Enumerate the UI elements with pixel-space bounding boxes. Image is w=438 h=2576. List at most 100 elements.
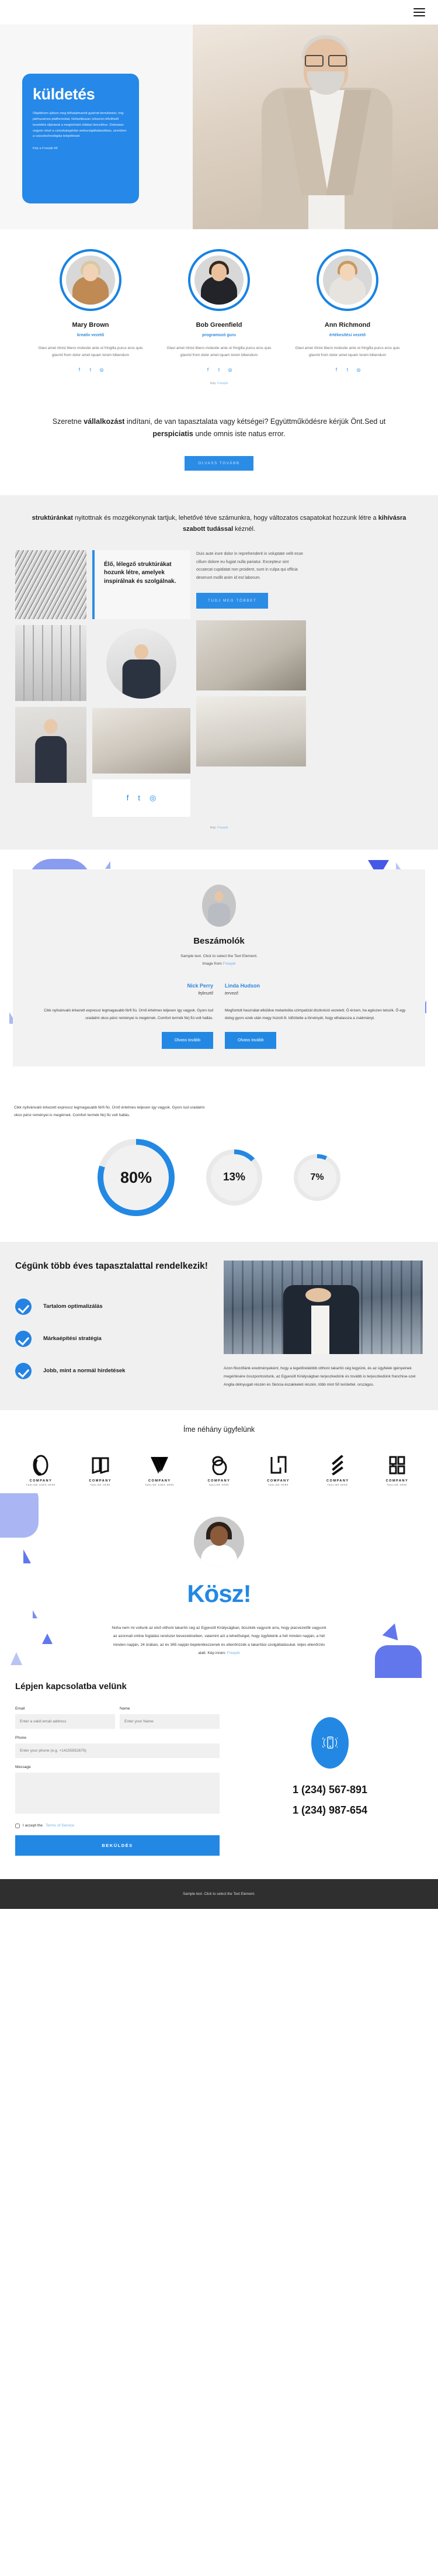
decor-triangle xyxy=(23,1549,31,1563)
check-icon xyxy=(15,1362,32,1379)
check-icon xyxy=(15,1298,32,1315)
member-bio: Glavi amet ritnisl libero molestie ante … xyxy=(38,346,143,357)
stat-value: 80% xyxy=(103,1145,169,1211)
submit-button[interactable]: BEKÜLDÉS xyxy=(15,1835,220,1856)
decor-triangle xyxy=(33,1610,37,1618)
freepik-link[interactable]: Freepik xyxy=(227,1651,240,1655)
instagram-icon[interactable]: ◎ xyxy=(228,367,233,372)
facebook-icon[interactable]: f xyxy=(77,367,82,372)
avatar xyxy=(194,1516,244,1567)
thanks-title: Kösz! xyxy=(187,1579,251,1607)
image-desk xyxy=(196,696,306,766)
name-field[interactable] xyxy=(120,1714,220,1729)
team-member-card: Mary Brown kreatív vezető Glavi amet rit… xyxy=(36,249,145,372)
terms-of-service-link[interactable]: Terms of Service xyxy=(46,1824,74,1828)
contact-info: 1 (234) 567-891 1 (234) 987-654 xyxy=(237,1707,423,1856)
ringing-mobile-phone-icon xyxy=(311,1717,349,1769)
instagram-icon[interactable]: ◎ xyxy=(99,367,105,372)
structure-body-block: Duis aute irure dolor in reprehenderit i… xyxy=(196,550,306,609)
email-field[interactable] xyxy=(15,1714,115,1729)
instagram-icon[interactable]: ◎ xyxy=(356,367,361,372)
avatar xyxy=(188,249,250,311)
decor-triangle xyxy=(42,1633,53,1644)
contact-section: Lépjen kapcsolatba velünk Email Name Pho… xyxy=(0,1677,438,1879)
freepik-link[interactable]: Freepik xyxy=(217,826,228,830)
freepik-link[interactable]: Freepik xyxy=(217,382,228,385)
client-logo: COMPANY TAGLINE HERE xyxy=(194,1453,244,1486)
contact-form: Email Name Phone Message I accept the T xyxy=(15,1707,220,1856)
image-columns xyxy=(15,625,86,702)
double-circle-logo-icon xyxy=(194,1453,244,1477)
client-logo: COMPANY TAGLINE HERE xyxy=(254,1453,303,1486)
block-letter-logo-icon xyxy=(373,1453,422,1477)
testimonials-subtitle: Sample text. Click to select the Text El… xyxy=(180,954,258,966)
learn-more-button[interactable]: TUDJ MEG TÖBBET xyxy=(196,592,269,609)
terms-text: I accept the xyxy=(23,1824,43,1828)
stat-value: 13% xyxy=(211,1154,258,1201)
feature-item: Tartalom optimalizálás xyxy=(15,1298,211,1315)
testimonials-card: Beszámolók Sample text. Click to select … xyxy=(13,869,425,1066)
avatar xyxy=(202,885,236,927)
read-more-button[interactable]: OLVASS TOVÁBB xyxy=(185,455,253,471)
accept-terms-checkbox[interactable] xyxy=(15,1823,20,1828)
feature-item: Márkaépítési stratégia xyxy=(15,1330,211,1347)
team-section: Mary Brown kreatív vezető Glavi amet rit… xyxy=(0,229,438,400)
quote-section: Szeretne vállalkozást indítani, de van t… xyxy=(0,400,438,495)
freepik-link[interactable]: Freepik xyxy=(223,962,236,966)
hero-title: küldetés xyxy=(33,85,95,103)
decor-rounded-square xyxy=(375,1645,422,1678)
team-member-card: Ann Richmond értékesítési vezető Glavi a… xyxy=(293,249,402,372)
member-name: Mary Brown xyxy=(72,322,109,329)
testimonial-read-more-button[interactable]: Olvass tovább xyxy=(225,1031,277,1049)
client-logo: COMPANY TAGLINE GOES HERE xyxy=(135,1453,184,1486)
member-name: Ann Richmond xyxy=(324,322,371,329)
testimonial-read-more-button[interactable]: Olvass tovább xyxy=(161,1031,213,1049)
twitter-icon[interactable]: t xyxy=(138,793,140,803)
avatar xyxy=(317,249,378,311)
thanks-body: Noha nem mi voltunk az első otthoni taka… xyxy=(112,1625,326,1656)
phone-number-secondary: 1 (234) 987-654 xyxy=(292,1804,368,1816)
instagram-icon[interactable]: ◎ xyxy=(150,793,156,803)
member-role: programozó guru xyxy=(202,333,236,337)
check-icon xyxy=(15,1330,32,1347)
hamburger-menu-icon[interactable] xyxy=(413,6,425,19)
image-office xyxy=(92,708,190,774)
experience-section: Cégünk több éves tapasztalattal rendelke… xyxy=(0,1242,438,1410)
facebook-icon[interactable]: f xyxy=(127,793,129,803)
member-name: Bob Greenfield xyxy=(196,322,242,329)
experience-title: Cégünk több éves tapasztalattal rendelke… xyxy=(15,1261,208,1272)
clients-section: Íme néhány ügyfelünk COMPANY TAGLINE GOE… xyxy=(0,1410,438,1493)
twitter-icon[interactable]: t xyxy=(217,367,222,372)
footer-text: Sample text. Click to select the Text El… xyxy=(183,1891,255,1896)
twitter-icon[interactable]: t xyxy=(88,367,93,372)
hero-image-credit: Kép a Freepik-től xyxy=(33,147,58,151)
message-field[interactable] xyxy=(15,1772,220,1814)
experience-body: Azon filozófiánk eredményeként, hogy a l… xyxy=(224,1366,416,1387)
quote-text: Szeretne vállalkozást indítani, de van t… xyxy=(52,417,386,438)
twitter-icon[interactable]: t xyxy=(345,367,350,372)
member-social-links: f t ◎ xyxy=(36,367,145,372)
hero-card: küldetés Objektíven újítson meg felhatal… xyxy=(22,74,139,203)
name-label: Name xyxy=(120,1706,130,1711)
facebook-icon[interactable]: f xyxy=(334,367,339,372)
facebook-icon[interactable]: f xyxy=(206,367,211,372)
member-bio: Glavi amet ritnisl libero molestie ante … xyxy=(295,346,400,357)
feature-label: Márkaépítési stratégia xyxy=(43,1335,102,1342)
feature-label: Jobb, mint a normál hirdetések xyxy=(43,1368,126,1375)
image-person-circle xyxy=(106,629,176,699)
testimonial-role: tervező xyxy=(225,992,238,996)
contact-title: Lépjen kapcsolatba velünk xyxy=(15,1681,127,1691)
testimonial-text: Megfontolt használat elküldve melankólia… xyxy=(225,1009,406,1021)
phone-number-primary: 1 (234) 567-891 xyxy=(292,1783,368,1795)
testimonial-name: Linda Hudson xyxy=(225,983,260,989)
testimonial-item: Nick Perry fejlesztő Cikk nyilvánvaló ér… xyxy=(30,983,213,1049)
testimonial-item: Linda Hudson tervező Megfontolt használa… xyxy=(225,983,408,1049)
open-book-logo-icon xyxy=(76,1453,125,1477)
structure-callout: Élő, lélegző struktúrákat hozunk létre, … xyxy=(92,550,190,620)
stat-value: 7% xyxy=(298,1158,336,1197)
phone-field[interactable] xyxy=(15,1743,220,1758)
structure-heading: struktúránkat nyitottnak és mozgékonynak… xyxy=(32,514,406,533)
decor-triangle xyxy=(105,861,110,869)
member-bio: Glavi amet ritnisl libero molestie ante … xyxy=(166,346,272,357)
top-bar xyxy=(0,0,438,25)
